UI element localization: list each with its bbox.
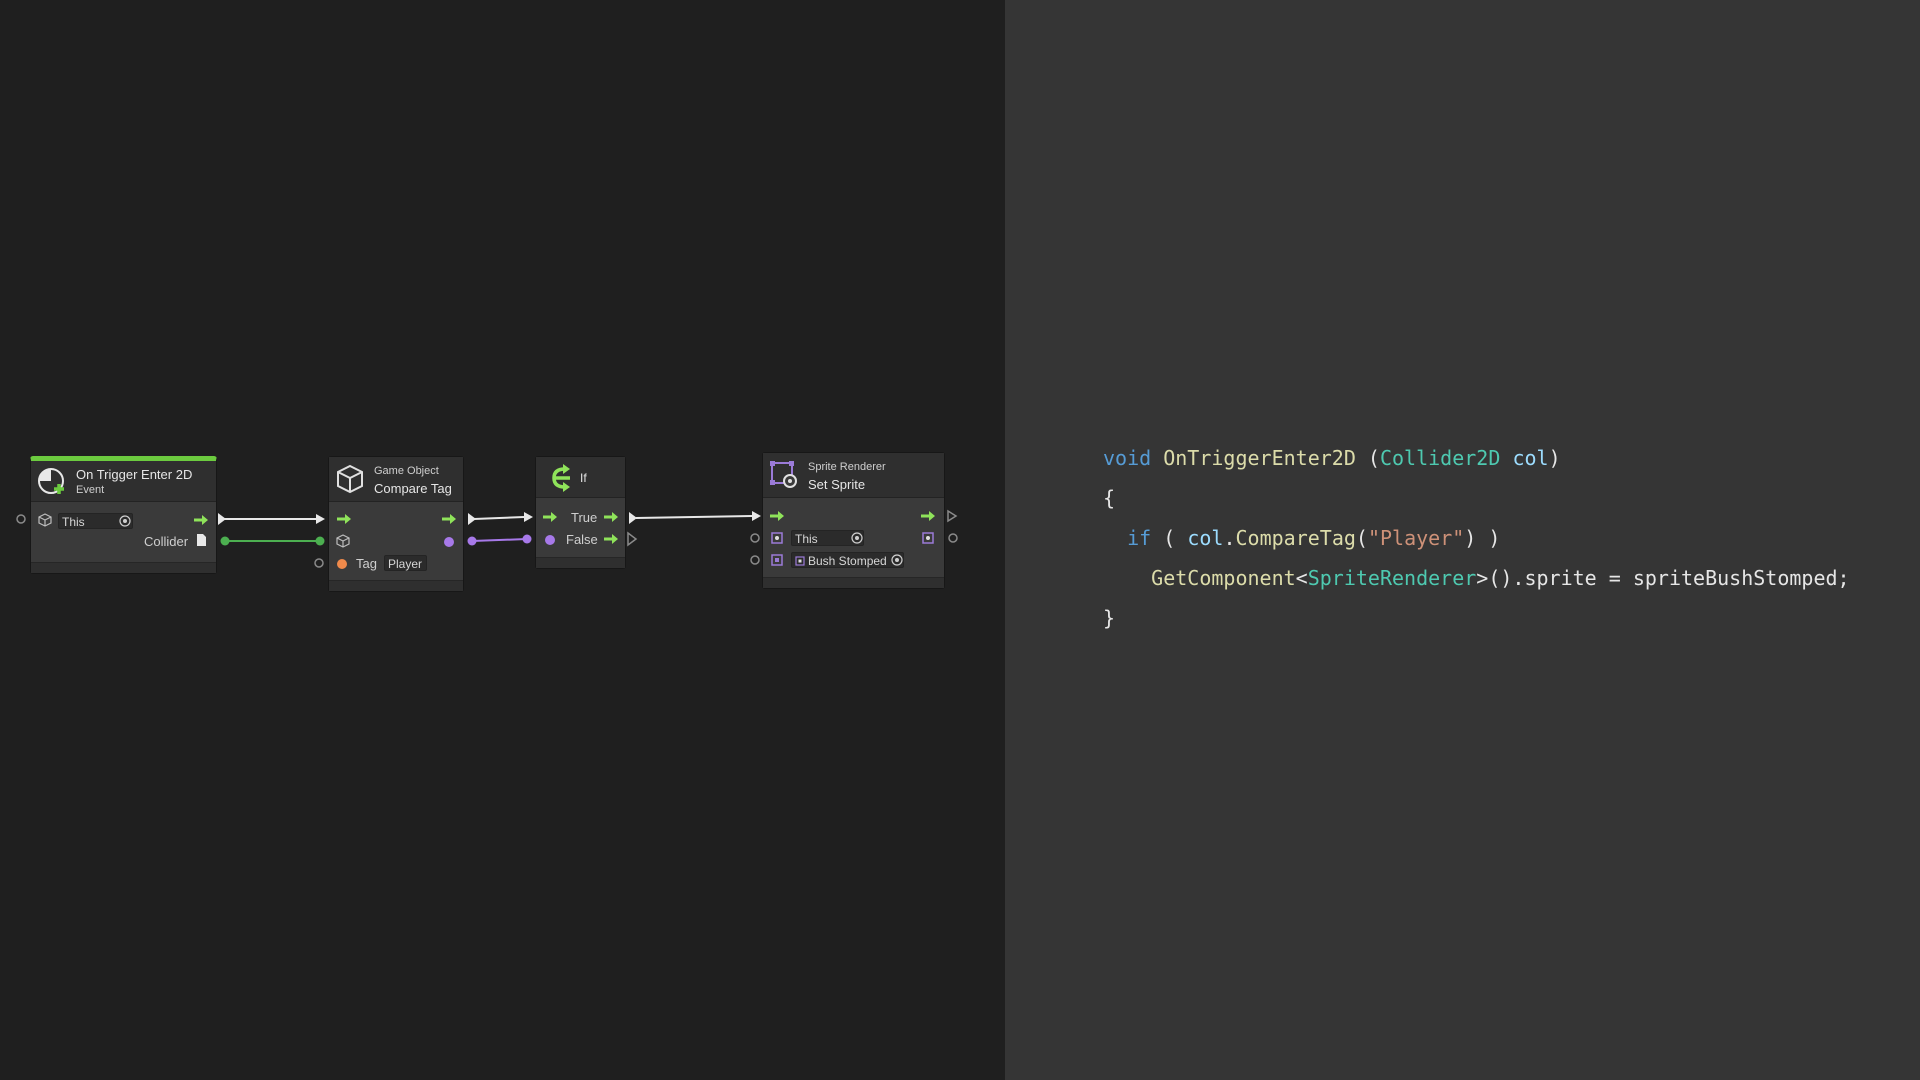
this-field-value: This (795, 532, 818, 546)
flow-arrow-icon[interactable] (193, 514, 209, 526)
code-line-5: } (1103, 606, 1116, 630)
collider-out-port[interactable] (220, 536, 230, 546)
string-literal: "Player" (1367, 526, 1465, 550)
visual-scripting-graph[interactable]: On Trigger Enter 2D Event This Collider … (0, 0, 1005, 1080)
dot: . (1223, 526, 1236, 550)
file-icon (197, 534, 206, 546)
node-footer (329, 580, 463, 591)
node-category: Sprite Renderer (808, 461, 886, 473)
target-icon[interactable] (119, 515, 131, 527)
collider-in-port[interactable] (315, 536, 325, 546)
node-compare-tag[interactable]: Game Object Compare Tag Tag Player (328, 456, 464, 592)
tag-port[interactable] (314, 558, 324, 568)
bool-in-port[interactable] (522, 534, 532, 544)
generic-open: < (1295, 566, 1308, 590)
node-set-sprite[interactable]: Sprite Renderer Set Sprite This Bush Sto… (762, 452, 945, 589)
true-label: True (571, 510, 598, 525)
flow-arrow-icon[interactable] (603, 533, 619, 545)
false-flow-port[interactable] (627, 531, 638, 547)
method-name: OnTriggerEnter2D (1163, 446, 1356, 470)
node-header[interactable]: Sprite Renderer Set Sprite (763, 453, 944, 498)
this-field-value: This (62, 515, 85, 529)
object-ref: col (1187, 526, 1224, 550)
cube-icon (336, 534, 350, 548)
sprite-renderer-icon (770, 461, 797, 488)
setsprite-flow-out-port[interactable] (947, 509, 958, 523)
collider-label: Collider (144, 534, 189, 549)
call-open: ( (1355, 526, 1368, 550)
param-type: Collider2D (1379, 446, 1501, 470)
flow-arrow-icon[interactable] (441, 513, 457, 525)
node-header[interactable]: If (536, 457, 625, 498)
method-call: CompareTag (1235, 526, 1356, 550)
flow-in-arrow (524, 512, 533, 522)
event-icon (38, 468, 64, 494)
flow-arrow-icon[interactable] (920, 510, 936, 522)
param-name: col (1512, 446, 1549, 470)
node-if[interactable]: If True False (535, 456, 626, 569)
flow-in-arrow (316, 514, 325, 524)
code-line-2: { (1103, 486, 1116, 510)
sprite-field[interactable]: Bush Stomped (791, 552, 904, 568)
sprite-field-value: Bush Stomped (808, 554, 887, 568)
flow-arrow-icon[interactable] (769, 510, 785, 522)
sprite-port[interactable] (750, 555, 760, 565)
flow-out-arrow (629, 512, 637, 524)
branch-icon (552, 464, 570, 492)
bool-out-port[interactable] (467, 536, 477, 546)
cube-icon (337, 464, 363, 494)
node-on-trigger-enter-2d[interactable]: On Trigger Enter 2D Event This Collider (30, 456, 217, 574)
node-title: If (580, 471, 587, 485)
code-line-4: GetComponent<SpriteRenderer>().sprite = … (1103, 566, 1850, 590)
this-port[interactable] (16, 514, 26, 524)
node-header[interactable]: On Trigger Enter 2D Event (31, 461, 216, 502)
tag-label: Tag (356, 556, 377, 571)
bool-wire[interactable] (471, 538, 528, 542)
keyword-if: if (1127, 526, 1152, 550)
code-line-1: void OnTriggerEnter2D (Collider2D col) (1103, 446, 1561, 470)
sprite-renderer-icon[interactable] (921, 531, 935, 545)
false-label: False (566, 532, 598, 547)
node-footer (536, 557, 625, 568)
if-close: ) ) (1464, 526, 1501, 550)
flow-arrow-icon[interactable] (336, 513, 352, 525)
generic-type: SpriteRenderer (1307, 566, 1477, 590)
target-icon[interactable] (851, 532, 863, 544)
flow-out-arrow (468, 513, 476, 525)
if-open: ( (1151, 526, 1188, 550)
node-subtitle: Event (76, 484, 105, 496)
node-title: On Trigger Enter 2D (76, 467, 193, 482)
sprite-icon (771, 554, 783, 566)
flow-wire-compare-to-if[interactable] (473, 516, 525, 520)
method-call: GetComponent (1151, 566, 1296, 590)
cube-icon (38, 513, 52, 527)
node-category: Game Object (374, 465, 439, 477)
target-icon[interactable] (891, 554, 903, 566)
paren-close: ) (1548, 446, 1561, 470)
sprite-renderer-icon (771, 532, 783, 544)
tag-field-value: Player (388, 557, 423, 571)
node-footer (763, 577, 944, 588)
keyword-void: void (1103, 446, 1152, 470)
assignment: >().sprite = spriteBushStomped; (1476, 566, 1850, 590)
boolean-input-port[interactable] (544, 534, 556, 546)
string-port-icon (337, 559, 347, 569)
tag-field[interactable]: Player (384, 555, 427, 571)
setsprite-value-out-port[interactable] (948, 533, 958, 543)
flow-out-arrow (218, 513, 226, 525)
paren-open: ( (1355, 446, 1380, 470)
flow-wire-if-to-setsprite[interactable] (635, 515, 753, 519)
boolean-output-port[interactable] (443, 536, 455, 548)
node-title: Compare Tag (374, 481, 452, 496)
flow-arrow-icon[interactable] (542, 511, 558, 523)
node-footer (31, 562, 216, 573)
flow-in-arrow (752, 511, 761, 521)
flow-arrow-icon[interactable] (603, 511, 619, 523)
node-title: Set Sprite (808, 477, 866, 492)
sprite-asset-icon (795, 556, 805, 566)
code-line-3: if ( col.CompareTag("Player") ) (1103, 526, 1500, 550)
node-header[interactable]: Game Object Compare Tag (329, 457, 463, 502)
set-this-port[interactable] (750, 533, 760, 543)
